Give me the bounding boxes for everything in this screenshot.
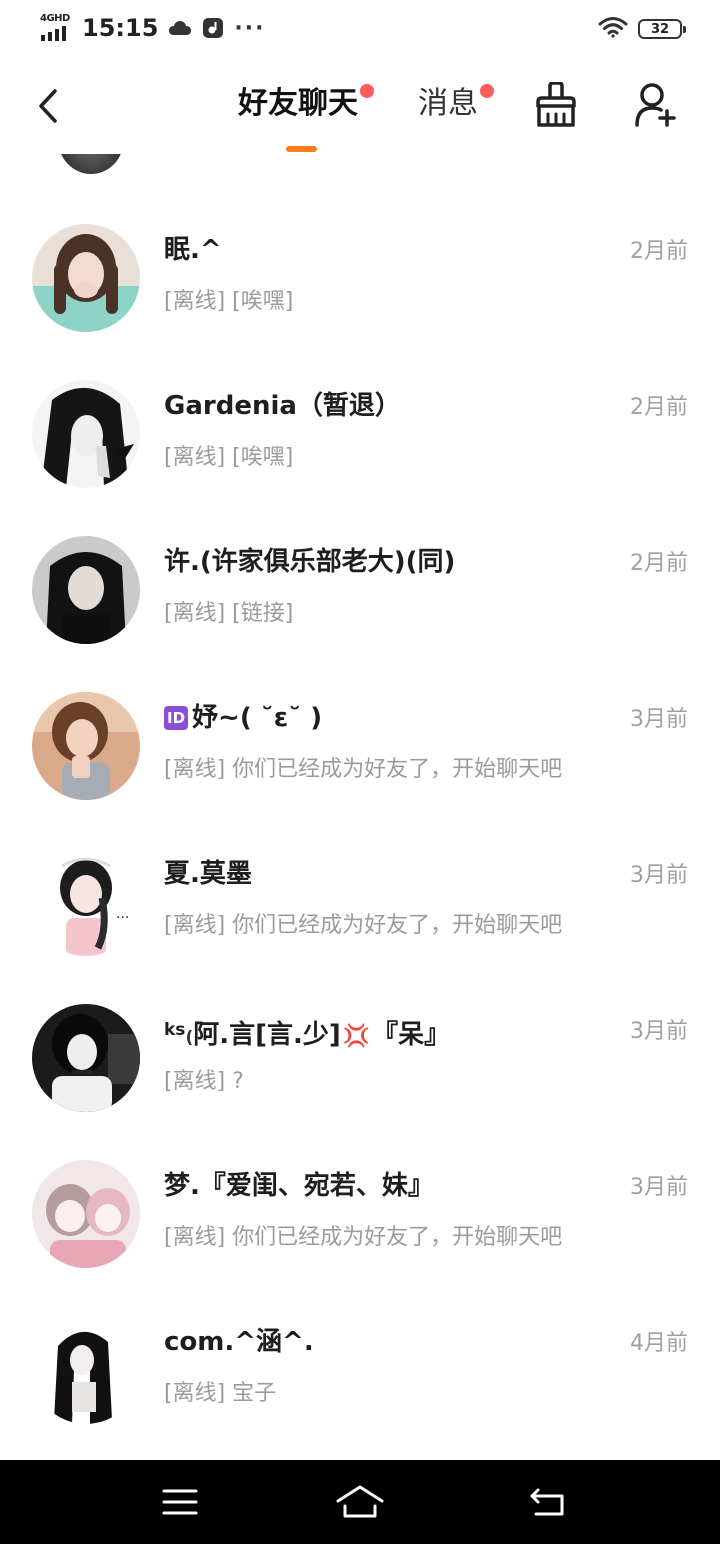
status-bar: 4GHD 15:15 ··· 32	[0, 0, 720, 58]
chat-time: 2月前	[630, 239, 688, 264]
back-nav-button[interactable]	[518, 1480, 578, 1524]
wifi-icon	[598, 16, 628, 42]
chat-list[interactable]: 眠.^ [离线] [唉嘿] 2月前 Gardenia（暂退） [离线] [唉嘿]…	[0, 154, 720, 1460]
chat-name: com.^涵^.	[164, 1327, 314, 1357]
chat-name: 许.(许家俱乐部老大)(同)	[164, 547, 456, 577]
chat-name: 梦.『爱闺、宛若、妹』	[164, 1171, 434, 1201]
chat-preview: [离线] 你们已经成为好友了，开始聊天吧	[164, 1225, 563, 1250]
music-app-icon	[202, 17, 224, 39]
avatar[interactable]	[32, 1316, 140, 1424]
system-navigation-bar	[0, 1460, 720, 1544]
chat-time: 2月前	[630, 395, 688, 420]
battery-icon: 32	[638, 19, 686, 39]
chat-preview: [离线] 宝子	[164, 1381, 277, 1406]
chat-list-item[interactable]: 眠.^ [离线] [唉嘿] 2月前	[0, 224, 720, 380]
id-badge: ID	[164, 706, 189, 730]
avatar[interactable]	[32, 692, 140, 800]
chat-time: 2月前	[630, 551, 688, 576]
chat-name: Gardenia（暂退）	[164, 391, 401, 421]
tab-messages-label: 消息	[418, 86, 478, 121]
add-user-icon	[635, 83, 676, 127]
chat-name: 眠.^	[164, 235, 222, 265]
tab-messages[interactable]: 消息	[418, 80, 494, 128]
avatar[interactable]	[58, 154, 124, 174]
chat-preview: [离线] 你们已经成为好友了，开始聊天吧	[164, 913, 563, 938]
chat-name-suffix: 『呆』	[372, 1020, 451, 1050]
name-prefix: ks	[164, 1020, 186, 1040]
chat-name-text: 妤~( ˘ε˘ )	[192, 703, 323, 733]
chat-name: ID 妤~( ˘ε˘ )	[164, 698, 604, 738]
unread-dot	[360, 84, 374, 98]
clear-unread-button[interactable]	[532, 80, 580, 130]
avatar[interactable]	[32, 1004, 140, 1112]
chat-list-item[interactable]: ... 夏.莫墨 [离线] 你们已经成为好友了，开始聊天吧 3月前	[0, 848, 720, 1004]
chevron-left-icon	[39, 89, 57, 123]
chat-name: 夏.莫墨	[164, 859, 252, 889]
chat-name: ks(阿.言[言.少]💢『呆』	[164, 1010, 604, 1058]
tab-friend-chat[interactable]: 好友聊天	[238, 80, 374, 128]
broom-icon	[536, 82, 576, 127]
avatar[interactable]	[32, 536, 140, 644]
chat-preview: [离线] [唉嘿]	[164, 445, 294, 470]
avatar[interactable]	[32, 380, 140, 488]
avatar[interactable]: ...	[32, 848, 140, 956]
chat-list-item[interactable]: 许.(许家俱乐部老大)(同) [离线] [链接] 2月前	[0, 536, 720, 692]
menu-icon	[162, 1489, 198, 1515]
unread-dot	[480, 84, 494, 98]
chat-time: 3月前	[630, 863, 688, 888]
chat-time: 3月前	[630, 1175, 688, 1200]
chat-preview: [离线] [唉嘿]	[164, 289, 294, 314]
network-type: 4GHD	[40, 13, 70, 24]
back-button[interactable]	[26, 78, 70, 134]
home-button[interactable]	[330, 1480, 390, 1524]
signal-icon: 4GHD	[40, 13, 74, 43]
svg-text:...: ...	[116, 906, 129, 922]
chat-list-item[interactable]: com.^涵^. [离线] 宝子 4月前	[0, 1316, 720, 1460]
add-friend-button[interactable]	[632, 80, 680, 130]
chat-preview: [离线] ?	[164, 1069, 244, 1094]
chat-name-text: 阿.言[言.少]	[193, 1020, 341, 1050]
cloud-icon	[168, 19, 192, 37]
chat-time: 3月前	[630, 707, 688, 732]
chat-preview: [离线] [链接]	[164, 601, 294, 626]
battery-level: 32	[650, 21, 670, 37]
top-bar: 好友聊天 消息	[0, 58, 720, 154]
chat-preview: [离线] 你们已经成为好友了，开始聊天吧	[164, 757, 563, 782]
active-tab-indicator	[286, 146, 317, 152]
menu-button[interactable]	[150, 1480, 210, 1524]
home-icon	[336, 1485, 384, 1518]
chat-list-item[interactable]: ID 妤~( ˘ε˘ ) [离线] 你们已经成为好友了，开始聊天吧 3月前	[0, 692, 720, 848]
chat-list-item[interactable]: ks(阿.言[言.少]💢『呆』 [离线] ? 3月前	[0, 1004, 720, 1160]
return-icon	[530, 1488, 564, 1516]
chat-time: 4月前	[630, 1331, 688, 1356]
avatar[interactable]	[32, 224, 140, 332]
more-notifications-indicator: ···	[234, 15, 266, 41]
anger-emoji-icon: 💢	[342, 1024, 371, 1049]
chat-time: 3月前	[630, 1019, 688, 1044]
tab-friend-chat-label: 好友聊天	[238, 86, 358, 121]
chat-list-item[interactable]: Gardenia（暂退） [离线] [唉嘿] 2月前	[0, 380, 720, 536]
chat-list-item[interactable]: 梦.『爱闺、宛若、妹』 [离线] 你们已经成为好友了，开始聊天吧 3月前	[0, 1160, 720, 1316]
clock: 15:15	[82, 14, 159, 42]
avatar[interactable]	[32, 1160, 140, 1268]
friend-chat-screen: 4GHD 15:15 ··· 32 好友聊天 消息 眠.^ [离线] [唉嘿] …	[0, 0, 720, 1544]
